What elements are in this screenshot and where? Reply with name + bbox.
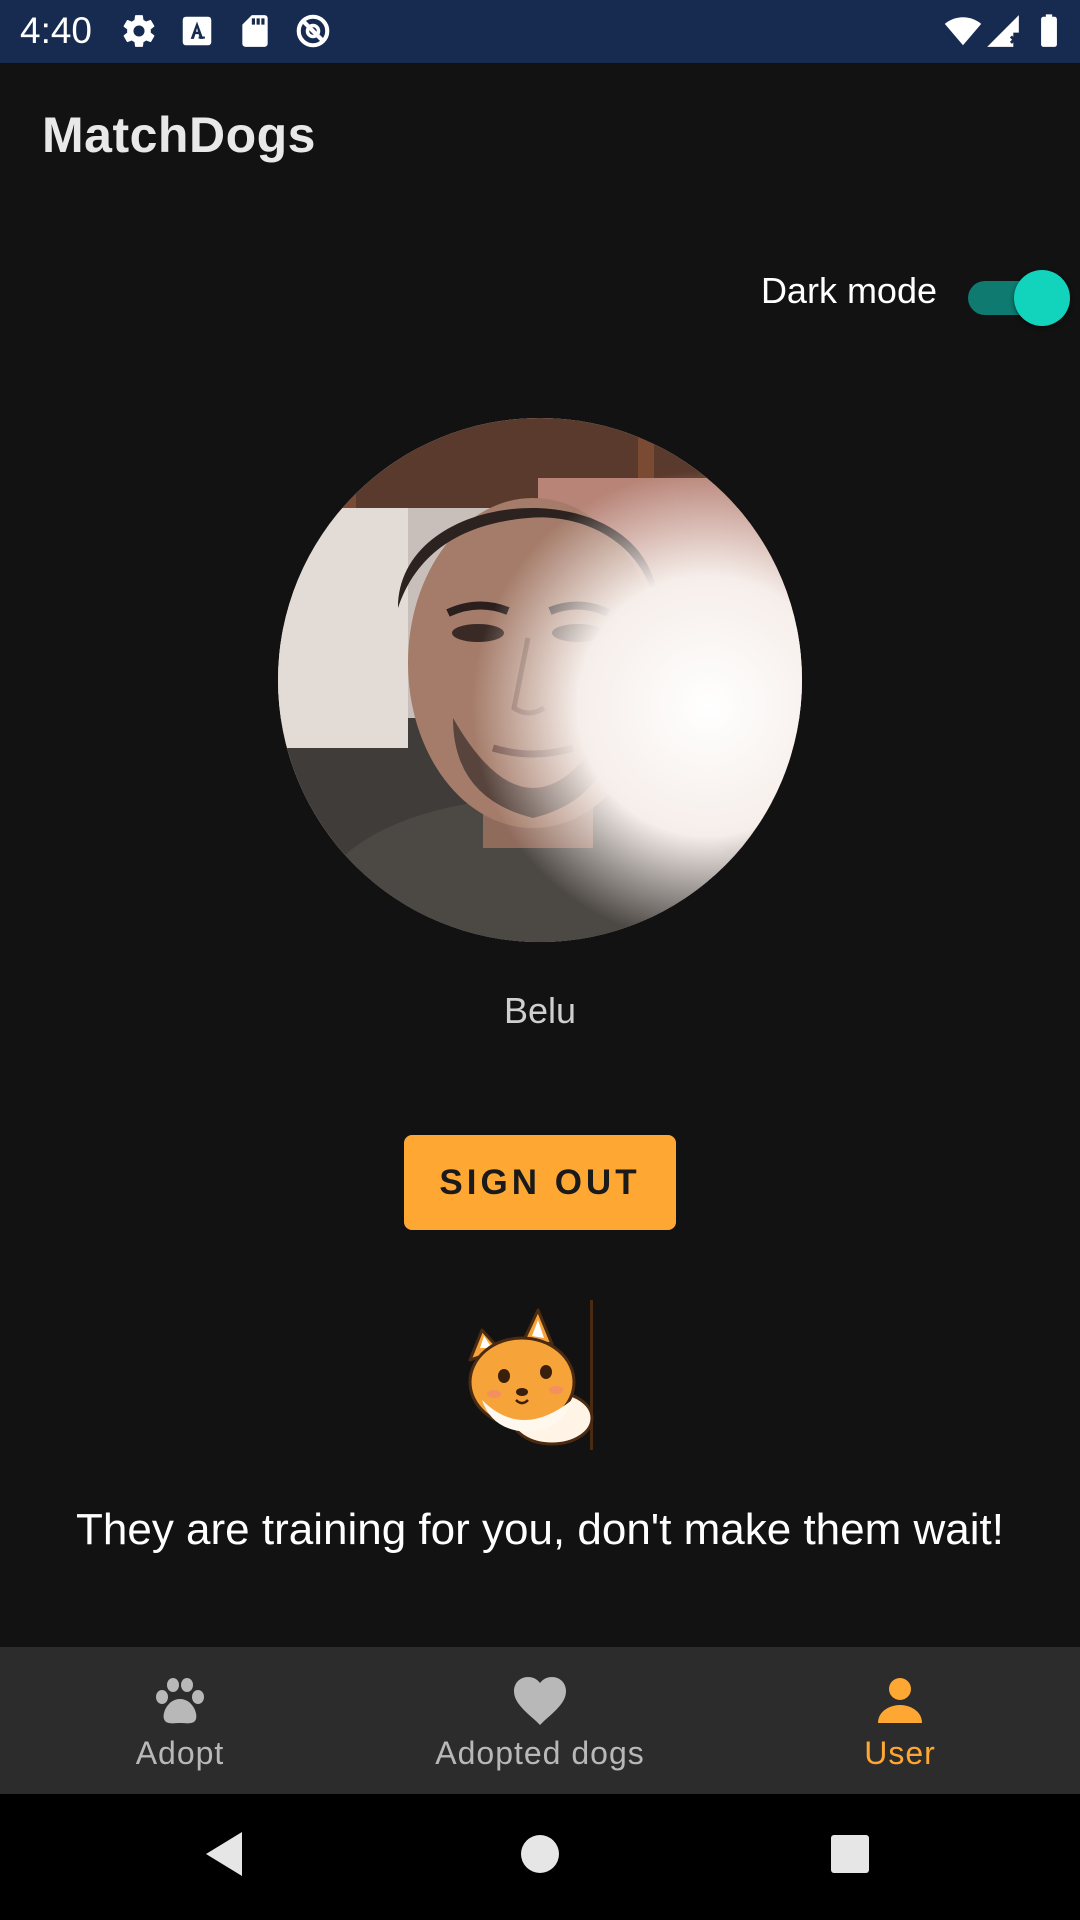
bottom-navigation: Adopt Adopted dogs User	[0, 1647, 1080, 1794]
nav-label-adopt: Adopt	[135, 1735, 225, 1771]
nav-label-user: User	[864, 1735, 936, 1771]
do-not-disturb-icon	[294, 12, 332, 50]
wifi-icon	[944, 12, 982, 50]
switch-thumb	[1014, 270, 1070, 326]
home-icon[interactable]	[510, 1824, 570, 1884]
sd-card-icon	[236, 12, 274, 50]
nav-item-adopt[interactable]: Adopt	[0, 1647, 360, 1794]
shiba-dog-illustration	[460, 1300, 596, 1450]
screen: 4:40 MatchDogs Dark mode Belu SIGN OUT T…	[0, 0, 1080, 1920]
battery-icon	[1030, 12, 1068, 50]
paw-icon	[150, 1673, 210, 1729]
recents-icon[interactable]	[820, 1824, 880, 1884]
tagline: They are training for you, don't make th…	[76, 1505, 1004, 1554]
status-bar: 4:40	[0, 0, 1080, 63]
text-a-icon	[178, 12, 216, 50]
user-name: Belu	[503, 990, 577, 1031]
nav-label-adopted-dogs: Adopted dogs	[435, 1735, 645, 1771]
heart-icon	[510, 1673, 570, 1729]
avatar	[278, 418, 802, 942]
back-icon[interactable]	[196, 1824, 256, 1884]
status-time: 4:40	[20, 10, 93, 51]
system-navigation-bar	[0, 1794, 1080, 1920]
sign-out-button[interactable]: SIGN OUT	[404, 1135, 676, 1230]
nav-item-adopted-dogs[interactable]: Adopted dogs	[360, 1647, 720, 1794]
dark-mode-label: Dark mode	[760, 270, 937, 311]
signal-icon	[984, 12, 1022, 50]
settings-icon	[120, 12, 158, 50]
dark-mode-switch[interactable]	[968, 270, 1070, 326]
person-icon	[870, 1673, 930, 1729]
nav-item-user[interactable]: User	[720, 1647, 1080, 1794]
app-title: MatchDogs	[42, 107, 316, 163]
